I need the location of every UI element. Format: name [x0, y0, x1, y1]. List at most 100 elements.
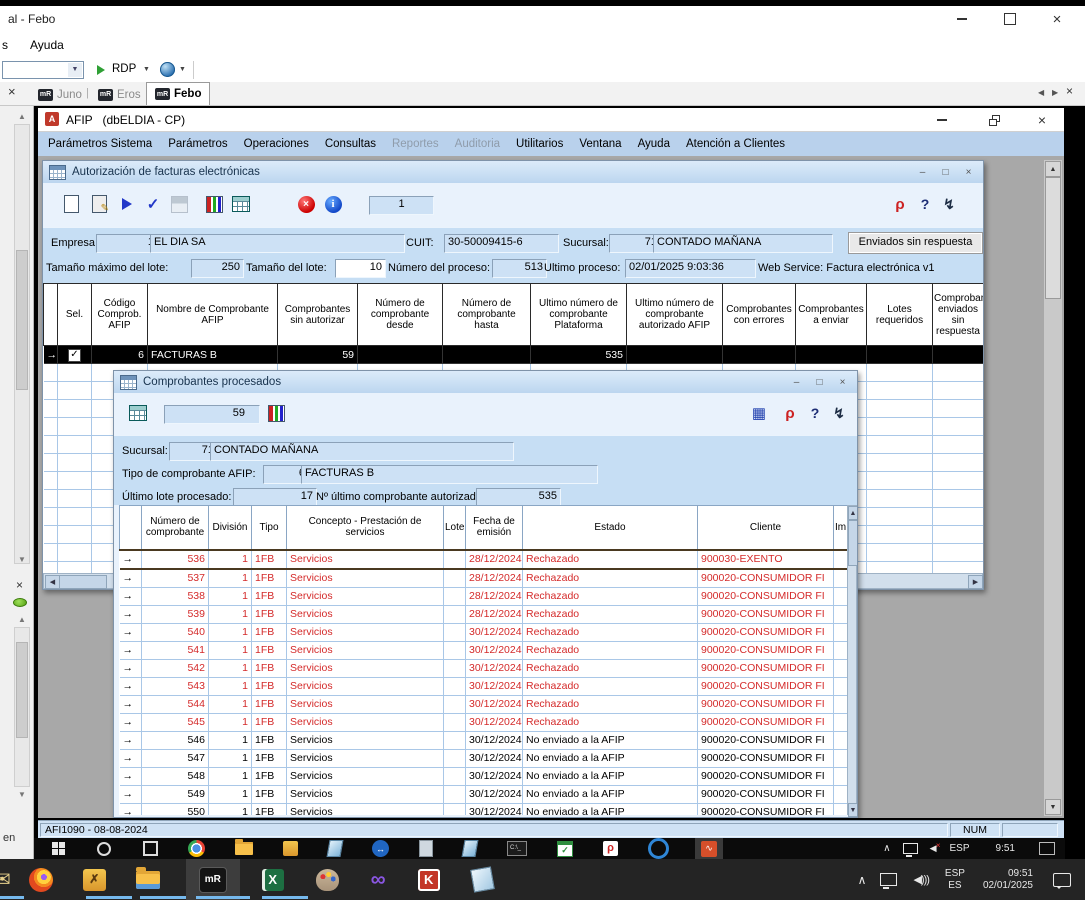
menu-item[interactable]: Ventana — [579, 138, 621, 150]
dock-close-icon[interactable]: × — [16, 579, 23, 591]
network-icon[interactable] — [880, 873, 897, 886]
table-row[interactable]: → 549 1 1FB Servicios 30/12/2024 No envi… — [120, 785, 848, 803]
column-header[interactable]: Ultimo número de comprobante Plataforma — [531, 284, 627, 346]
menu-item[interactable]: Utilitarios — [516, 138, 563, 150]
notifications-icon[interactable] — [1053, 873, 1071, 887]
tray-expand-icon[interactable]: ∧ — [858, 873, 867, 887]
grid-edit-icon[interactable] — [126, 401, 150, 425]
lote-input[interactable]: 10 — [335, 259, 386, 278]
connection-combobox[interactable]: ▼ — [2, 61, 84, 79]
tab-close-icon[interactable]: × — [1066, 85, 1073, 97]
grid-export-icon[interactable] — [229, 192, 253, 216]
app-document-icon[interactable] — [419, 840, 433, 857]
host-minimize-button[interactable] — [948, 8, 976, 30]
selected-row[interactable]: → ✓ 6 FACTURAS B 59 535 — [44, 346, 984, 364]
column-header[interactable]: Estado — [523, 506, 698, 550]
column-header[interactable]: Número de comprobante hasta — [443, 284, 531, 346]
cancel-icon[interactable]: × — [294, 192, 318, 216]
column-header[interactable]: Número de comprobante — [142, 506, 209, 550]
host-menu-cut[interactable]: s — [2, 38, 8, 52]
scroll-down-icon[interactable]: ▼ — [1045, 799, 1061, 815]
file-explorer-icon[interactable] — [136, 871, 160, 889]
table-row[interactable]: → 545 1 1FB Servicios 30/12/2024 Rechaza… — [120, 713, 848, 731]
tab-scroll-right-icon[interactable]: ▶ — [1052, 88, 1058, 97]
proc-window-titlebar[interactable]: Comprobantes procesados – □ × — [114, 371, 857, 394]
table-row[interactable]: → 544 1 1FB Servicios 30/12/2024 Rechaza… — [120, 695, 848, 713]
menu-item[interactable]: Parámetros Sistema — [48, 138, 152, 150]
app-tools-icon[interactable] — [283, 841, 298, 856]
host-close-button[interactable]: × — [1043, 8, 1071, 30]
help-icon[interactable]: ? — [913, 192, 937, 216]
network-icon[interactable] — [903, 843, 918, 854]
column-header[interactable]: Im — [834, 506, 848, 550]
mail-app-icon[interactable]: ✉ — [0, 867, 11, 892]
columns-icon[interactable] — [202, 192, 226, 216]
table-row[interactable]: → 540 1 1FB Servicios 30/12/2024 Rechaza… — [120, 623, 848, 641]
table-row[interactable]: → 548 1 1FB Servicios 30/12/2024 No envi… — [120, 767, 848, 785]
app-active-orange-icon[interactable]: ∿ — [695, 838, 723, 859]
app-device-icon[interactable] — [463, 840, 477, 857]
chrome-icon[interactable] — [188, 840, 205, 857]
scroll-up-icon[interactable]: ▲ — [1045, 161, 1061, 177]
remote-language-indicator[interactable]: ESP — [950, 843, 970, 855]
command-prompt-icon[interactable]: C:\_ — [507, 841, 527, 856]
tab-eros[interactable]: mREros — [90, 83, 149, 106]
paint-palette-icon[interactable] — [316, 869, 339, 891]
help-icon[interactable]: ? — [803, 401, 827, 425]
columns-icon[interactable] — [264, 401, 288, 425]
scroll-right-icon[interactable]: ▶ — [968, 575, 983, 589]
table-row[interactable]: → 538 1 1FB Servicios 28/12/2024 Rechaza… — [120, 587, 848, 605]
checkbox-checked[interactable]: ✓ — [68, 349, 81, 362]
volume-icon[interactable]: ◀))) — [913, 873, 928, 886]
proc-minimize-button[interactable]: – — [788, 375, 805, 390]
column-header[interactable]: Comprobantes sin autorizar — [278, 284, 358, 346]
column-header[interactable]: Tipo — [252, 506, 287, 550]
process-play-icon[interactable] — [115, 192, 139, 216]
file-explorer-icon[interactable] — [235, 842, 253, 855]
notepad-icon[interactable] — [472, 868, 493, 891]
print-preview-icon[interactable]: ρ — [778, 401, 802, 425]
app-blue-circle-icon[interactable] — [648, 838, 669, 859]
menu-item[interactable]: Consultas — [325, 138, 376, 150]
table-row[interactable]: → 543 1 1FB Servicios 30/12/2024 Rechaza… — [120, 677, 848, 695]
table-view-icon[interactable]: ▦ — [747, 401, 771, 425]
proc-vertical-scrollbar[interactable]: ▲ ▼ — [847, 505, 857, 815]
config-tools-icon[interactable]: ✗ — [83, 869, 106, 891]
calendar-app-icon[interactable]: ✓ — [557, 841, 573, 857]
column-header[interactable]: División — [209, 506, 252, 550]
menu-item[interactable]: Auditoria — [455, 138, 500, 150]
host-maximize-button[interactable] — [996, 8, 1024, 30]
combo-dropdown-icon[interactable]: ▼ — [68, 63, 82, 77]
table-row[interactable]: → 550 1 1FB Servicios 30/12/2024 No envi… — [120, 803, 848, 815]
rdp-protocol-button[interactable]: RDP — [112, 63, 136, 75]
search-icon[interactable] — [97, 842, 111, 856]
exit-run-icon[interactable]: ↯ — [937, 192, 961, 216]
dock-scrollbar[interactable] — [14, 124, 30, 564]
rdp-dropdown-icon[interactable]: ▼ — [143, 66, 150, 73]
start-button[interactable] — [52, 842, 65, 855]
column-header[interactable]: Número de comprobante desde — [358, 284, 443, 346]
connect-play-icon[interactable] — [97, 65, 105, 75]
column-header[interactable]: Concepto - Prestación de servicios — [287, 506, 444, 550]
menu-item[interactable]: Operaciones — [244, 138, 309, 150]
info-icon[interactable]: i — [321, 192, 345, 216]
globe-dropdown-icon[interactable]: ▼ — [179, 66, 186, 73]
scroll-up-icon[interactable]: ▲ — [14, 111, 30, 123]
column-header[interactable]: Comprobantes enviados sin respuesta — [933, 284, 984, 346]
column-header[interactable]: Lote — [444, 506, 466, 550]
table-row[interactable]: → 541 1 1FB Servicios 30/12/2024 Rechaza… — [120, 641, 848, 659]
column-header[interactable]: Sel. — [58, 284, 92, 346]
app-red-p-icon[interactable]: ρ — [603, 841, 618, 856]
scroll-left-icon[interactable]: ◀ — [45, 575, 60, 589]
firefox-icon[interactable] — [29, 868, 53, 892]
app-device-icon[interactable] — [328, 840, 342, 857]
process-counter-field[interactable]: 1 — [369, 196, 434, 215]
scroll-down-icon[interactable]: ▼ — [848, 803, 858, 817]
afip-close-button[interactable]: × — [1028, 109, 1056, 131]
proc-maximize-button[interactable]: □ — [811, 375, 828, 390]
tab-febo[interactable]: mRFebo — [146, 82, 210, 105]
table-row[interactable]: → 539 1 1FB Servicios 28/12/2024 Rechaza… — [120, 605, 848, 623]
exit-run-icon[interactable]: ↯ — [827, 401, 851, 425]
scroll-up-icon[interactable]: ▲ — [848, 506, 858, 520]
host-menu-help[interactable]: Ayuda — [30, 38, 64, 52]
